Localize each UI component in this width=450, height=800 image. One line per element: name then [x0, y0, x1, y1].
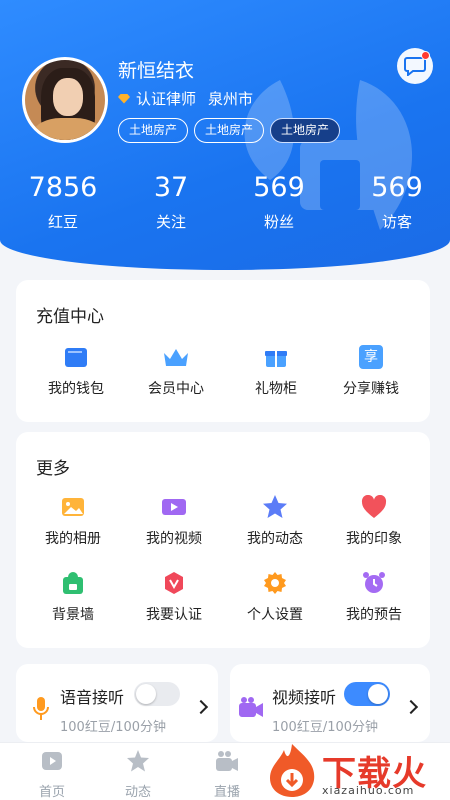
tag: 土地房产 [118, 118, 189, 143]
unread-dot [421, 51, 430, 60]
video-price: 100红豆/100分钟 [272, 720, 379, 735]
watermark-logo: 下载火 xiazaihuo.com [262, 740, 450, 800]
share-icon: 享 [359, 345, 383, 369]
voice-answer-toggle[interactable] [134, 682, 180, 706]
stat-visitors[interactable]: 569 访客 [352, 172, 442, 232]
wallpaper-item[interactable]: 背景墙 [23, 570, 123, 624]
tab-moments[interactable]: 动态 [98, 749, 178, 800]
wallet-icon [65, 348, 87, 367]
video-camera-icon [239, 697, 263, 717]
stat-red-beans[interactable]: 7856 红豆 [18, 172, 108, 232]
more-title: 更多 [36, 459, 70, 479]
album-item[interactable]: 我的相册 [23, 494, 123, 548]
video-answer-card[interactable]: 视频接听 100红豆/100分钟 [230, 664, 430, 742]
tag: 土地房产 [194, 118, 265, 143]
vip-center-item[interactable]: 会员中心 [126, 344, 226, 398]
voice-answer-label: 语音接听 [60, 688, 125, 707]
star-icon [263, 495, 287, 518]
microphone-icon [33, 697, 49, 720]
tag-list: 土地房产 土地房产 土地房产 [118, 118, 341, 143]
recharge-title: 充值中心 [36, 307, 104, 327]
message-button[interactable] [397, 48, 433, 84]
video-answer-label: 视频接听 [272, 688, 337, 707]
settings-item[interactable]: 个人设置 [225, 570, 325, 624]
avatar[interactable] [22, 57, 108, 143]
chevron-right-icon [403, 699, 419, 715]
heart-icon [361, 495, 387, 518]
certification-label: 认证律师 [136, 90, 197, 108]
diamond-icon [118, 93, 130, 104]
wallet-item[interactable]: 我的钱包 [26, 344, 126, 398]
voice-price: 100红豆/100分钟 [60, 720, 167, 735]
tab-home[interactable]: 首页 [12, 749, 92, 800]
video-icon [162, 499, 186, 515]
crown-icon [164, 349, 188, 366]
impression-item[interactable]: 我的印象 [324, 494, 424, 548]
wallpaper-icon [63, 572, 83, 594]
tag: 土地房产 [270, 118, 341, 143]
recharge-card: 充值中心 我的钱包 会员中心 礼物柜 享 分享赚钱 [16, 280, 430, 422]
stats-row: 7856 红豆 37 关注 569 粉丝 569 访客 [0, 172, 450, 242]
verify-icon [165, 572, 183, 594]
voice-answer-card[interactable]: 语音接听 100红豆/100分钟 [16, 664, 218, 742]
tab-live[interactable]: 直播 [187, 749, 267, 800]
gift-icon [265, 351, 287, 367]
share-earn-item[interactable]: 享 分享赚钱 [321, 344, 421, 398]
stat-following[interactable]: 37 关注 [126, 172, 216, 232]
moments-icon [127, 750, 149, 772]
video-answer-toggle[interactable] [344, 682, 390, 706]
preview-item[interactable]: 我的预告 [324, 570, 424, 624]
home-icon [42, 752, 62, 770]
settings-icon [264, 572, 286, 594]
flame-logo-icon [270, 744, 315, 797]
gift-cabinet-item[interactable]: 礼物柜 [226, 344, 326, 398]
stat-fans[interactable]: 569 粉丝 [234, 172, 324, 232]
moments-item[interactable]: 我的动态 [225, 494, 325, 548]
certification-row: 认证律师 泉州市 [118, 88, 253, 109]
chevron-right-icon [193, 699, 209, 715]
city-label: 泉州市 [208, 90, 254, 108]
verify-item[interactable]: 我要认证 [124, 570, 224, 624]
more-card: 更多 我的相册 我的视频 我的动态 我的印象 背景墙 我要认证 个人设置 我的预… [16, 432, 430, 648]
video-item[interactable]: 我的视频 [124, 494, 224, 548]
alarm-icon [363, 572, 385, 593]
album-icon [62, 498, 84, 516]
live-icon [216, 751, 238, 771]
profile-header: 新恒结衣 认证律师 泉州市 土地房产 土地房产 土地房产 7856 红豆 37 … [0, 0, 450, 270]
username: 新恒结衣 [118, 60, 195, 82]
